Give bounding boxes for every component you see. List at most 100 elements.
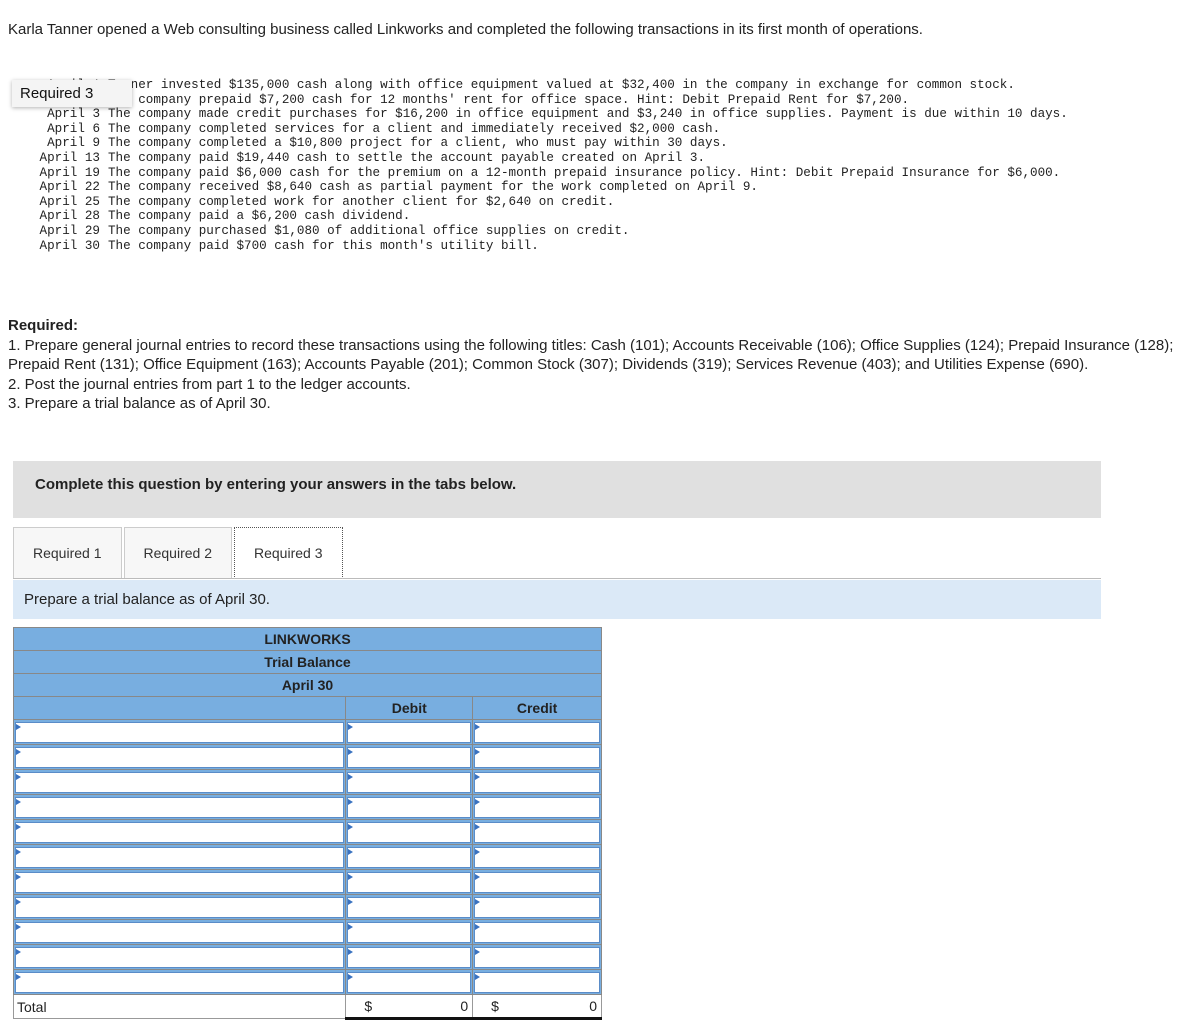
currency-symbol: $ (364, 998, 373, 1014)
company-name: LINKWORKS (13, 627, 602, 651)
transaction-text: The company paid $700 cash for this mont… (108, 238, 539, 253)
credit-input[interactable] (474, 796, 600, 818)
debit-cell (345, 769, 474, 795)
account-cell (12, 944, 347, 970)
transaction-date: April 9 (47, 136, 100, 151)
account-cell (12, 769, 347, 795)
total-debit: $0 (345, 994, 474, 1020)
credit-input[interactable] (474, 946, 600, 968)
transaction-row: April 25 The company completed work for a… (8, 195, 1193, 210)
prompt-band: Prepare a trial balance as of April 30. (13, 580, 1101, 619)
credit-cell (472, 769, 602, 795)
credit-input[interactable] (474, 871, 600, 893)
account-cell (12, 894, 347, 920)
tab-tooltip: Required 3 (12, 80, 132, 107)
transaction-text: The company received $8,640 cash as part… (108, 180, 758, 195)
debit-header: Debit (345, 696, 474, 720)
credit-input[interactable] (474, 921, 600, 943)
credit-input[interactable] (474, 971, 600, 993)
credit-input[interactable] (474, 846, 600, 868)
credit-input[interactable] (474, 896, 600, 918)
transaction-date: April 29 (39, 223, 100, 238)
credit-input[interactable] (474, 721, 600, 743)
statement-date: April 30 (13, 673, 602, 697)
transaction-row: April 3 The company made credit purchases… (8, 107, 1193, 122)
account-cell (12, 719, 347, 745)
input-row (12, 794, 602, 820)
transaction-row: April 1Tanner invested $135,000 cash alo… (8, 78, 1193, 93)
credit-input[interactable] (474, 746, 600, 768)
required-item-3: 3. Prepare a trial balance as of April 3… (8, 395, 271, 412)
account-input[interactable] (15, 971, 345, 993)
required-section: Required: 1. Prepare general journal ent… (8, 316, 1193, 414)
input-row (12, 869, 602, 895)
debit-input[interactable] (347, 946, 472, 968)
credit-cell (472, 794, 602, 820)
account-input[interactable] (15, 871, 345, 893)
account-input[interactable] (15, 821, 345, 843)
account-input[interactable] (15, 721, 345, 743)
account-input[interactable] (15, 771, 345, 793)
transaction-text: The company paid $6,000 cash for the pre… (108, 165, 1061, 180)
debit-cell (345, 844, 474, 870)
account-input[interactable] (15, 896, 345, 918)
transaction-date: April 30 (39, 238, 100, 253)
credit-cell (472, 744, 602, 770)
total-row: Total $0 $0 (12, 994, 602, 1020)
debit-input[interactable] (347, 971, 472, 993)
account-cell (12, 744, 347, 770)
debit-input[interactable] (347, 746, 472, 768)
credit-cell (472, 869, 602, 895)
transaction-row: April 28 The company paid a $6,200 cash d… (8, 209, 1193, 224)
credit-cell (472, 819, 602, 845)
input-row (12, 969, 602, 995)
credit-input[interactable] (474, 821, 600, 843)
debit-cell (345, 869, 474, 895)
transaction-row: April 2The company prepaid $7,200 cash f… (8, 93, 1193, 108)
transaction-date: April 25 (39, 194, 100, 209)
debit-input[interactable] (347, 771, 472, 793)
transaction-row: April 29 The company purchased $1,080 of … (8, 224, 1193, 239)
credit-cell (472, 919, 602, 945)
required-heading: Required: (8, 317, 79, 334)
debit-input[interactable] (347, 846, 472, 868)
transaction-date: April 13 (39, 150, 100, 165)
account-input[interactable] (15, 746, 345, 768)
transaction-text: The company completed work for another c… (108, 194, 615, 209)
tab-required-3[interactable]: Required 3 (234, 527, 343, 579)
debit-cell (345, 969, 474, 995)
input-row (12, 944, 602, 970)
required-item-2: 2. Post the journal entries from part 1 … (8, 375, 411, 393)
debit-input[interactable] (347, 871, 472, 893)
account-cell (12, 969, 347, 995)
intro-text: Karla Tanner opened a Web consulting bus… (8, 21, 923, 38)
tab-bar: Required 1 Required 2 Required 3 (13, 527, 345, 579)
total-debit-value: 0 (460, 998, 469, 1014)
tab-divider (13, 578, 1101, 579)
input-row (12, 719, 602, 745)
input-row (12, 844, 602, 870)
account-input[interactable] (15, 846, 345, 868)
transaction-date: April 6 (47, 121, 100, 136)
required-item-1: 1. Prepare general journal entries to re… (8, 336, 1174, 374)
debit-input[interactable] (347, 796, 472, 818)
transaction-text: The company completed a $10,800 project … (108, 136, 728, 151)
account-input[interactable] (15, 796, 345, 818)
total-label: Total (12, 994, 347, 1019)
debit-input[interactable] (347, 896, 472, 918)
debit-cell (345, 719, 474, 745)
account-input[interactable] (15, 921, 345, 943)
tab-required-1[interactable]: Required 1 (13, 527, 122, 579)
transaction-row: April 6 The company completed services fo… (8, 122, 1193, 137)
transactions-list: April 1Tanner invested $135,000 cash alo… (8, 78, 1193, 253)
credit-cell (472, 894, 602, 920)
account-cell (12, 869, 347, 895)
input-row (12, 894, 602, 920)
credit-cell (472, 844, 602, 870)
account-input[interactable] (15, 946, 345, 968)
debit-input[interactable] (347, 721, 472, 743)
debit-input[interactable] (347, 921, 472, 943)
tab-required-2[interactable]: Required 2 (123, 527, 232, 579)
debit-input[interactable] (347, 821, 472, 843)
credit-input[interactable] (474, 771, 600, 793)
